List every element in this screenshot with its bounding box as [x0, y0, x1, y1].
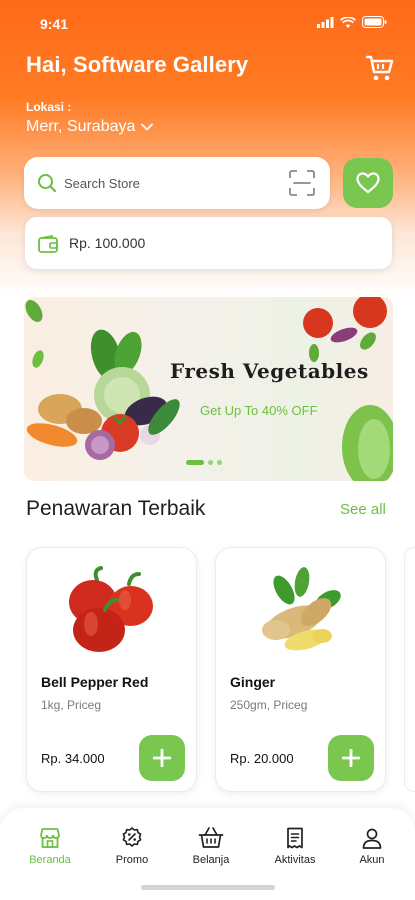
carousel-dot-1[interactable] [186, 460, 204, 465]
cart-icon [365, 55, 394, 81]
home-indicator [141, 885, 275, 890]
signal-icon [317, 16, 334, 28]
status-time: 9:41 [40, 16, 69, 32]
carousel-dot-2[interactable] [208, 460, 213, 465]
battery-icon [362, 16, 387, 28]
product-name: Ginger [230, 674, 276, 690]
product-name: Bell Pepper Red [41, 674, 149, 690]
wifi-icon [340, 16, 356, 28]
wallet-balance: Rp. 100.000 [69, 235, 146, 251]
carousel-dot-3[interactable] [217, 460, 222, 465]
location-label: Lokasi : [26, 100, 72, 114]
vegetables-image [25, 297, 393, 481]
wallet-card[interactable]: Rp. 100.000 [25, 217, 392, 269]
banner-subtitle: Get Up To 40% OFF [200, 403, 318, 418]
product-card[interactable]: Ginger 250gm, Priceg Rp. 20.000 [215, 547, 386, 792]
nav-label: Akun [359, 854, 385, 866]
location-value: Merr, Surabaya [26, 118, 136, 135]
search-input[interactable] [64, 171, 264, 195]
status-bar: 9:41 [0, 10, 415, 40]
plus-icon [342, 749, 360, 767]
nav-item-promo[interactable]: Promo [97, 826, 167, 866]
scan-icon[interactable] [288, 169, 316, 197]
promo-icon [122, 827, 142, 847]
basket-icon [198, 827, 224, 848]
cart-button[interactable] [364, 52, 396, 84]
product-price: Rp. 34.000 [41, 751, 105, 766]
carousel-indicator [186, 460, 222, 465]
nav-label: Promo [115, 854, 149, 866]
user-icon [362, 828, 382, 849]
search-bar[interactable] [24, 157, 330, 209]
product-description: 250gm, Priceg [230, 698, 308, 712]
banner-title: Fresh Vegetables [170, 359, 369, 383]
chevron-down-icon [141, 123, 154, 131]
plus-icon [153, 749, 171, 767]
receipt-icon [287, 827, 303, 849]
nav-item-akun[interactable]: Akun [337, 826, 407, 866]
section-title: Penawaran Terbaik [26, 497, 206, 520]
product-price: Rp. 20.000 [230, 751, 294, 766]
add-to-cart-button[interactable] [328, 735, 374, 781]
status-icons [317, 16, 387, 28]
store-icon [40, 828, 60, 848]
product-description: 1kg, Priceg [41, 698, 102, 712]
heart-icon [356, 172, 380, 194]
nav-item-aktivitas[interactable]: Aktivitas [260, 826, 330, 866]
nav-item-beranda[interactable]: Beranda [15, 826, 85, 866]
nav-label: Belanja [192, 854, 230, 866]
product-card-peek[interactable] [404, 547, 415, 792]
greeting-title: Hai, Software Gallery [26, 52, 249, 77]
add-to-cart-button[interactable] [139, 735, 185, 781]
nav-label: Aktivitas [274, 854, 316, 866]
wallet-icon [38, 235, 58, 253]
favorites-button[interactable] [343, 158, 393, 208]
product-card[interactable]: Bell Pepper Red 1kg, Priceg Rp. 34.000 [26, 547, 197, 792]
bell-pepper-image [69, 566, 153, 652]
location-selector[interactable]: Merr, Surabaya [26, 118, 154, 136]
ginger-image [262, 567, 341, 651]
see-all-link[interactable]: See all [340, 501, 386, 518]
promo-banner[interactable]: Fresh Vegetables Get Up To 40% OFF [24, 297, 393, 481]
search-icon [38, 174, 57, 193]
nav-label: Beranda [29, 854, 71, 866]
nav-item-belanja[interactable]: Belanja [176, 826, 246, 866]
